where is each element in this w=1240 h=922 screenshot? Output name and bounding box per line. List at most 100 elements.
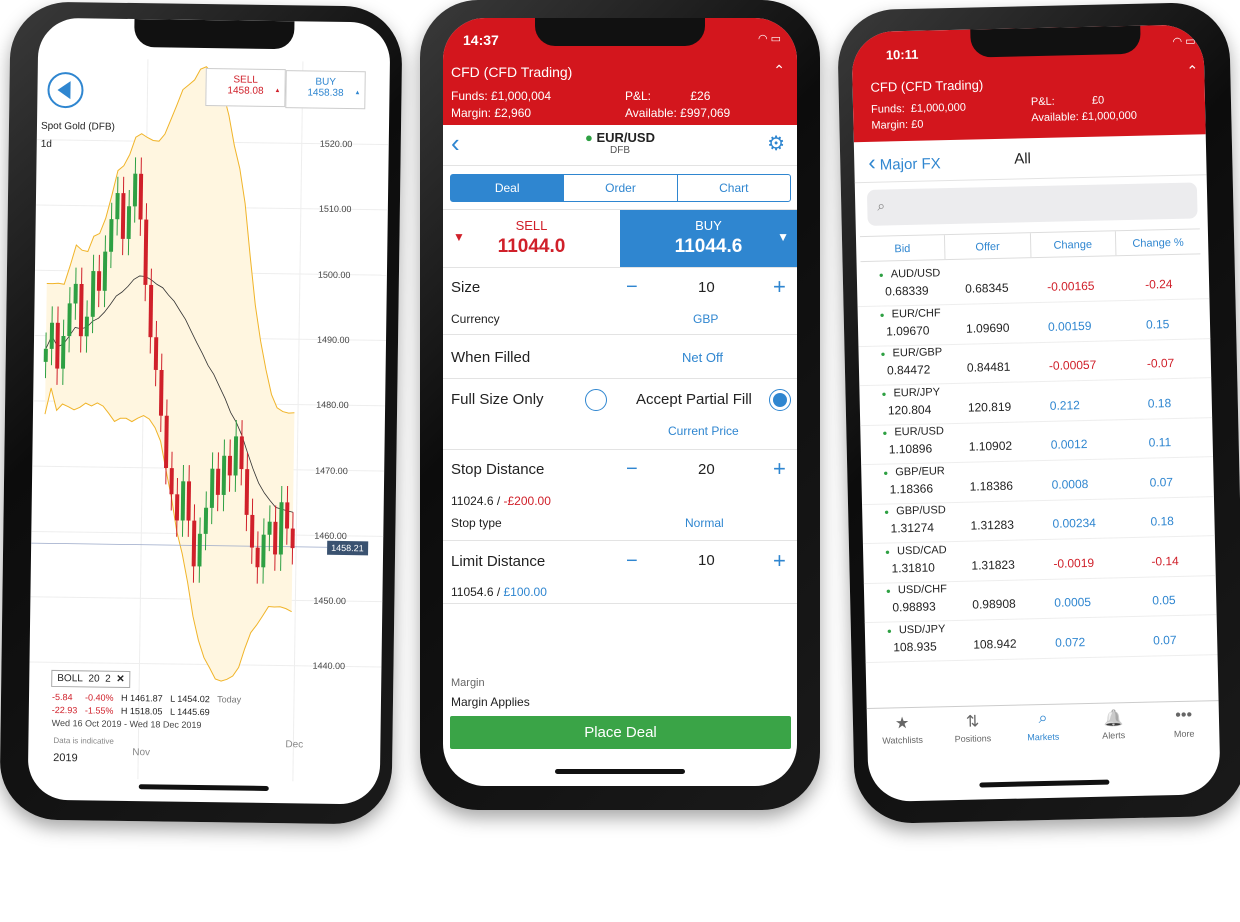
close-icon[interactable]: ✕	[116, 674, 125, 685]
right-phone: 10:11 ◠ ▭ CFD (CFD Trading) ⌃ Funds: £1,…	[836, 1, 1240, 825]
limit-distance-input[interactable]: 10	[698, 552, 715, 569]
page-title: All	[1014, 150, 1032, 168]
collapse-icon[interactable]: ⌃	[1186, 62, 1198, 79]
stop-type-value[interactable]: Normal	[685, 516, 724, 530]
sell-arrow-icon: ▼	[453, 230, 465, 244]
sell-box[interactable]: SELL 1458.08 ▲	[205, 68, 286, 108]
market-name: AUD/USD	[890, 267, 941, 281]
indicator-name: BOLL	[57, 673, 83, 685]
timeframe[interactable]: 1d	[41, 139, 52, 150]
tab-alerts[interactable]: 🔔 Alerts	[1078, 708, 1149, 742]
back-chevron-icon: ‹	[867, 149, 876, 175]
change-pct-value: -0.14	[1151, 553, 1179, 569]
search-input[interactable]: ⌕	[866, 182, 1198, 226]
candle	[239, 436, 244, 470]
partial-fill-radio[interactable]	[769, 389, 791, 411]
settings-gear-icon[interactable]: ⚙	[767, 131, 785, 156]
candle	[233, 436, 239, 476]
instrument-name: Spot Gold (DFB)	[40, 120, 115, 133]
candle	[174, 494, 180, 521]
disclaimer: Data is indicative	[53, 735, 114, 746]
margin-label: Margin:	[451, 106, 492, 120]
size-input[interactable]: 10	[698, 279, 715, 296]
candle	[109, 219, 114, 252]
place-deal-button[interactable]: Place Deal	[450, 716, 791, 749]
positions-icon: ⇅	[965, 713, 980, 731]
offer-value: 0.68345	[965, 280, 1009, 296]
column-offer[interactable]: Offer	[944, 233, 1030, 260]
stop-decrease-button[interactable]: −	[626, 458, 638, 481]
column-headers: Bid Offer Change Change %	[859, 228, 1201, 263]
current-price-option[interactable]: Current Price	[668, 424, 739, 438]
buy-box[interactable]: BUY 1458.38 ▲	[285, 70, 366, 110]
size-decrease-button[interactable]: −	[626, 276, 638, 299]
full-size-label: Full Size Only	[451, 391, 544, 408]
column-change[interactable]: Change	[1029, 231, 1116, 258]
sell-price: 1458.08	[227, 85, 264, 97]
back-button[interactable]: ‹ Major FX	[868, 148, 941, 176]
up-arrow-icon: ▲	[274, 87, 281, 95]
margin-label: Margin:	[871, 118, 909, 132]
tab-more[interactable]: ••• More	[1148, 706, 1219, 740]
y-tick-label: 1450.00	[313, 595, 347, 607]
market-status-dot-icon: ●	[879, 310, 885, 320]
currency-value[interactable]: GBP	[693, 312, 718, 326]
market-status-dot-icon: ●	[878, 270, 884, 280]
buy-price: 1458.38	[307, 87, 344, 99]
candle	[138, 173, 144, 220]
sell-button[interactable]: ▼ SELL 11044.0	[443, 210, 620, 267]
when-filled-value[interactable]: Net Off	[682, 350, 723, 365]
tab-deal[interactable]: Deal	[451, 175, 564, 201]
market-row[interactable]: ● USD/JPY 108.935 108.942 0.072 0.07	[864, 615, 1218, 663]
change-value: -0.00057	[1048, 357, 1097, 373]
status-time: 14:37	[463, 32, 499, 48]
column-change-pct[interactable]: Change %	[1114, 229, 1201, 256]
market-name: EUR/USD	[596, 130, 655, 145]
candle	[203, 507, 209, 534]
candle	[180, 481, 186, 521]
collapse-icon[interactable]: ⌃	[773, 62, 785, 79]
watchlists-icon: ★	[894, 715, 910, 733]
available-value: £1,000,000	[1081, 109, 1138, 124]
range-dates: Wed 16 Oct 2019 - Wed 18 Dec 2019	[51, 717, 202, 731]
limit-increase-button[interactable]: +	[773, 548, 786, 574]
full-size-radio[interactable]	[585, 389, 607, 411]
tab-positions[interactable]: ⇅ Positions	[937, 711, 1008, 745]
back-arrow-icon	[57, 80, 71, 100]
tab-label: Positions	[954, 733, 992, 745]
tab-chart[interactable]: Chart	[676, 175, 790, 201]
tab-order[interactable]: Order	[563, 175, 676, 201]
bid-value: 1.09670	[885, 323, 930, 339]
today-high: H 1461.87	[121, 692, 163, 704]
tab-watchlists[interactable]: ★ Watchlists	[867, 712, 938, 746]
middle-phone: 14:37 ◠ ▭ CFD (CFD Trading) ⌃ Funds: £1,…	[420, 0, 820, 810]
size-increase-button[interactable]: +	[773, 274, 786, 300]
candle	[78, 283, 84, 337]
available-label: Available:	[1031, 111, 1079, 125]
change-pct-value: 0.05	[1152, 593, 1176, 608]
boll-indicator[interactable]: BOLL 20 2 ✕	[51, 669, 131, 689]
y-tick-label: 1440.00	[312, 660, 346, 672]
offer-value: 1.31823	[971, 557, 1015, 573]
column-bid[interactable]: Bid	[860, 235, 945, 261]
more-icon: •••	[1175, 706, 1193, 725]
y-tick-label: 1520.00	[319, 138, 353, 150]
account-stats-right: P&L: £26 Available: £997,069	[625, 88, 730, 122]
range-low: L 1445.69	[169, 706, 210, 718]
buy-button[interactable]: ▼ BUY 11044.6	[620, 210, 797, 267]
offer-value: 1.09690	[965, 320, 1010, 336]
candle	[244, 469, 250, 515]
stop-level-value: 11024.6 /	[451, 494, 504, 508]
change-value: 0.00234	[1052, 515, 1097, 531]
tab-markets[interactable]: ⌕ Markets	[1008, 709, 1079, 743]
tab-label: Alerts	[1102, 730, 1126, 741]
candle	[227, 455, 233, 476]
change-value: 0.212	[1049, 397, 1081, 413]
buy-price: 11044.6	[674, 236, 743, 257]
candle	[191, 520, 197, 567]
limit-decrease-button[interactable]: −	[626, 550, 638, 573]
partial-fill-label: Accept Partial Fill	[636, 391, 752, 408]
stop-increase-button[interactable]: +	[773, 456, 786, 482]
candle	[267, 521, 272, 535]
stop-distance-input[interactable]: 20	[698, 461, 715, 478]
